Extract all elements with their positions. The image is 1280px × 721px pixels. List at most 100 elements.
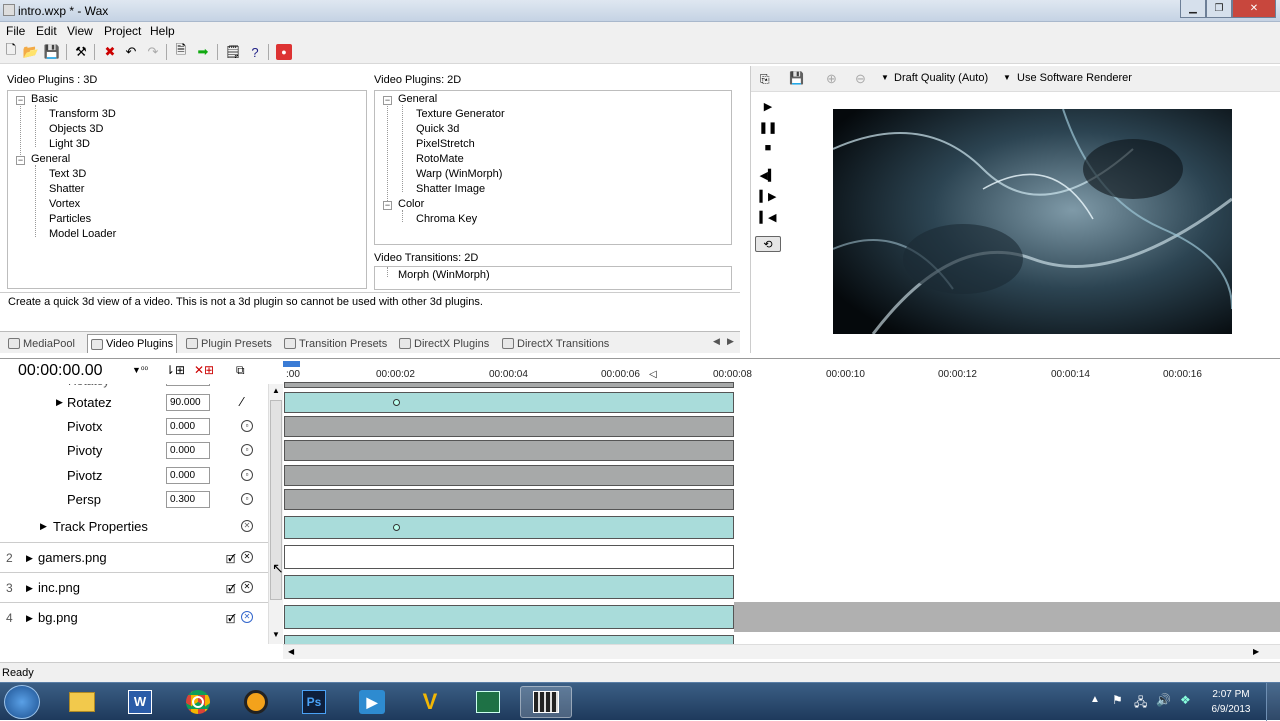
record-icon[interactable]: ●	[276, 44, 292, 60]
tab-directx-plugins[interactable]: DirectX Plugins	[396, 334, 492, 353]
play-icon[interactable]: ▶	[761, 99, 775, 113]
app-icon[interactable]	[3, 4, 15, 16]
tree-group-general[interactable]: General	[31, 153, 70, 165]
remove-icon[interactable]: ✕	[241, 551, 253, 563]
properties-icon[interactable]: 🗒	[225, 44, 242, 60]
tree-group-color[interactable]: Color	[398, 198, 424, 210]
visible-icon[interactable]: 🗹	[226, 581, 236, 600]
track-settings-icon[interactable]: ⧉	[236, 363, 245, 378]
keyframe-icon[interactable]	[393, 399, 400, 406]
pivoty-value-input[interactable]: 0.000	[166, 442, 210, 459]
scroll-up-icon[interactable]: ▲	[272, 386, 280, 395]
delete-track-icon[interactable]: ✕⊞	[194, 363, 214, 377]
chrome-icon[interactable]	[172, 686, 224, 718]
timeline-clip[interactable]	[284, 465, 734, 486]
renderer-dropdown[interactable]: Use Software Renderer	[1017, 72, 1132, 84]
tree-item-shatter[interactable]: Shatter	[49, 183, 84, 195]
remove-icon[interactable]: ✕	[241, 611, 253, 623]
next-frame-icon[interactable]: ▍▶	[760, 189, 777, 203]
scroll-down-icon[interactable]: ▼	[272, 630, 280, 639]
visible-icon[interactable]: 🗹	[226, 611, 236, 630]
undo-icon[interactable]: ↶	[123, 44, 139, 60]
save-icon[interactable]: 💾	[44, 44, 60, 60]
maximize-button[interactable]: ❐	[1206, 0, 1232, 18]
loop-icon[interactable]: ⟲	[755, 236, 781, 252]
menu-view[interactable]: View	[67, 24, 93, 38]
zoom-in-icon[interactable]: ⊕	[826, 71, 837, 87]
wax-icon[interactable]	[520, 686, 572, 718]
volume-icon[interactable]: 🔊	[1156, 693, 1171, 707]
lock-icon[interactable]: ▫	[241, 444, 253, 456]
tree-item-quick-3d[interactable]: Quick 3d	[416, 123, 459, 135]
copy-icon[interactable]: ⎘	[760, 72, 770, 87]
tree-item-chroma-key[interactable]: Chroma Key	[416, 213, 477, 225]
dropbox-icon[interactable]: ❖	[1180, 693, 1191, 707]
tab-scroll-right-icon[interactable]: ▶	[727, 336, 734, 347]
menu-file[interactable]: File	[6, 24, 25, 38]
edit-curve-icon[interactable]: ⁄	[241, 394, 243, 409]
tree-group-general-2d[interactable]: General	[398, 93, 437, 105]
tree-item-rotomate[interactable]: RotoMate	[416, 153, 464, 165]
tab-transition-presets[interactable]: Transition Presets	[281, 334, 390, 353]
media-player-icon[interactable]: ▶	[346, 686, 398, 718]
delete-icon[interactable]: ✖	[102, 44, 118, 60]
tab-video-plugins[interactable]: Video Plugins	[87, 334, 178, 353]
tree-item-text-3d[interactable]: Text 3D	[49, 168, 86, 180]
timeline-clip[interactable]	[284, 635, 734, 644]
collapse-icon[interactable]: −	[16, 156, 25, 165]
tree-item-warp-winmorph[interactable]: Warp (WinMorph)	[416, 168, 502, 180]
stop-icon[interactable]: ■	[761, 141, 775, 155]
tree-item-model-loader[interactable]: Model Loader	[49, 228, 116, 240]
clock-date[interactable]: 6/9/2013	[1206, 704, 1256, 715]
expand-icon[interactable]: ▶	[26, 583, 33, 594]
tree-item-vortex[interactable]: Vortex	[49, 198, 80, 210]
clock-time[interactable]: 2:07 PM	[1206, 689, 1256, 700]
word-icon[interactable]: W	[114, 686, 166, 718]
save-frame-icon[interactable]: 💾	[789, 71, 804, 85]
vegas-icon[interactable]: V	[404, 686, 456, 718]
pivotz-value-input[interactable]: 0.000	[166, 467, 210, 484]
track-row[interactable]: 2 ▶ gamers.png 🗹 ✕	[0, 542, 268, 572]
end-marker-icon[interactable]: ◁	[649, 369, 657, 380]
track-row[interactable]: 3 ▶ inc.png 🗹 ✕	[0, 572, 268, 602]
export-arrow-icon[interactable]: ➡	[195, 44, 211, 60]
remove-icon[interactable]: ✕	[241, 520, 253, 532]
menu-project[interactable]: Project	[104, 24, 141, 38]
tree-item-pixelstretch[interactable]: PixelStretch	[416, 138, 475, 150]
go-to-start-icon[interactable]: ▍◀	[760, 210, 777, 224]
track-row[interactable]: 4 ▶ bg.png 🗹 ✕	[0, 602, 268, 632]
insert-track-icon[interactable]: ⇂⊞	[165, 363, 185, 377]
expand-icon[interactable]: ▶	[26, 553, 33, 564]
remove-icon[interactable]: ✕	[241, 581, 253, 593]
playhead-marker[interactable]	[283, 361, 300, 367]
tab-scroll-left-icon[interactable]: ◀	[713, 336, 720, 347]
timeline-clip[interactable]	[284, 516, 734, 539]
timeline-clip[interactable]	[284, 382, 734, 388]
minimize-button[interactable]: ▁	[1180, 0, 1206, 18]
expand-icon[interactable]: ▶	[56, 397, 63, 408]
scroll-left-icon[interactable]: ◀	[288, 647, 294, 656]
show-desktop-button[interactable]	[1266, 683, 1280, 721]
tree-item-texture-generator[interactable]: Texture Generator	[416, 108, 505, 120]
timeline-clip[interactable]	[284, 545, 734, 569]
redo-icon[interactable]: ↷	[145, 44, 161, 60]
timeline-clip[interactable]	[284, 440, 734, 461]
tray-expand-icon[interactable]: ▲	[1090, 694, 1100, 705]
lock-icon[interactable]: ▫	[241, 469, 253, 481]
expand-icon[interactable]: ▶	[26, 613, 33, 624]
open-folder-icon[interactable]: 📂	[23, 44, 39, 60]
close-button[interactable]: ✕	[1232, 0, 1276, 18]
timeline-clip[interactable]	[284, 575, 734, 599]
rotatez-value-input[interactable]: 90.000	[166, 394, 210, 411]
winamp-icon[interactable]	[230, 686, 282, 718]
pivotx-value-input[interactable]: 0.000	[166, 418, 210, 435]
collapse-icon[interactable]: −	[383, 201, 392, 210]
track-scrollbar[interactable]: ▲ ▼	[268, 384, 283, 644]
help-icon[interactable]: ?	[247, 44, 263, 60]
timeline-clip[interactable]	[284, 605, 734, 629]
tree-item-light-3d[interactable]: Light 3D	[49, 138, 90, 150]
tab-plugin-presets[interactable]: Plugin Presets	[183, 334, 275, 353]
zoom-out-icon[interactable]: ⊖	[855, 71, 866, 87]
chevron-down-icon[interactable]: ▼	[881, 73, 889, 82]
tab-mediapool[interactable]: MediaPool	[5, 334, 78, 353]
